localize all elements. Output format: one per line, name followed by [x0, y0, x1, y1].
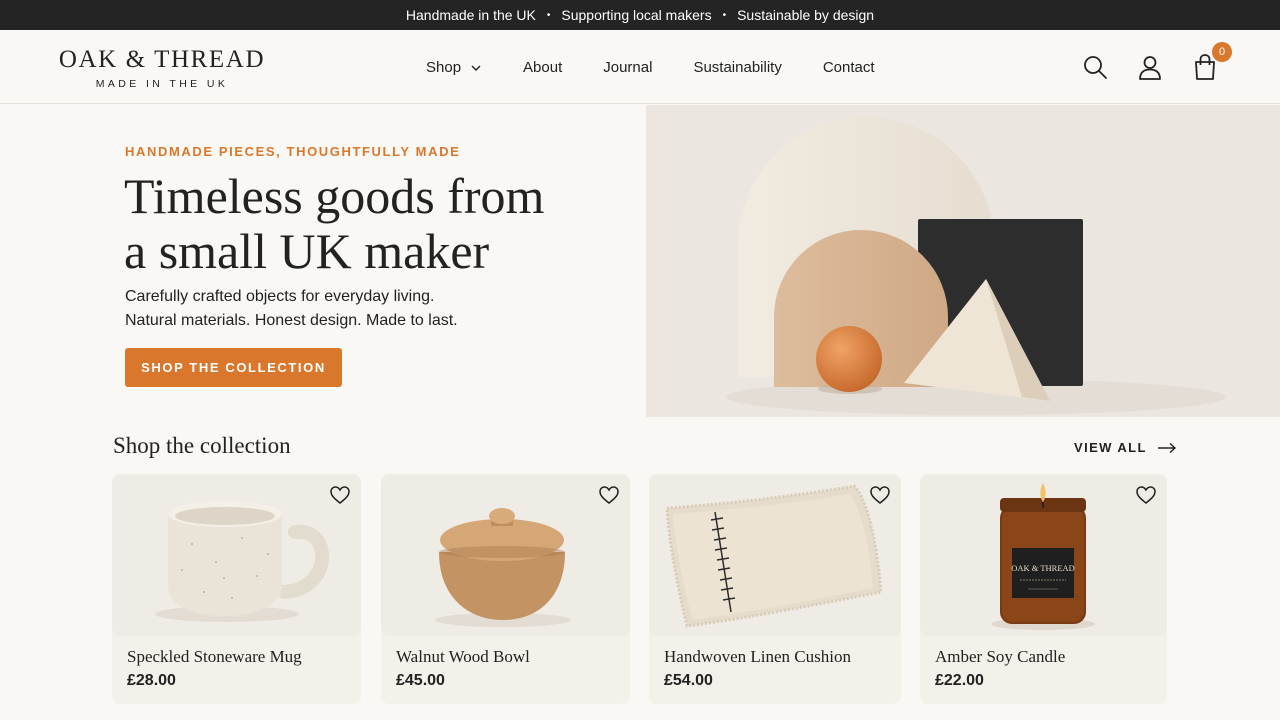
product-name: Speckled Stoneware Mug — [127, 647, 302, 666]
wishlist-button[interactable] — [869, 484, 891, 506]
announcement-separator: • — [722, 9, 727, 21]
nav-item-sustainability[interactable]: Sustainability — [693, 59, 781, 76]
product-image — [112, 474, 361, 636]
product-card[interactable]: Walnut Wood Bowl £45.00 — [381, 474, 630, 704]
arrow-right-icon — [1157, 442, 1176, 453]
product-price: £45.00 — [396, 672, 445, 689]
product-image — [381, 474, 630, 636]
announcement-item: Handmade in the UK — [405, 7, 536, 23]
product-card[interactable]: Speckled Stoneware Mug £28.00 — [112, 474, 361, 704]
hero-title-line: Timeless goods from — [124, 168, 545, 224]
heart-icon — [1136, 486, 1156, 504]
product-name: Walnut Wood Bowl — [396, 647, 530, 666]
heart-icon — [599, 486, 619, 504]
product-image — [649, 474, 901, 636]
brand-tagline: MADE IN THE UK — [95, 78, 229, 90]
nav-item-label: Shop — [426, 58, 462, 76]
hero-title-line: a small UK maker — [124, 223, 490, 279]
nav-item-about[interactable]: About — [523, 59, 562, 76]
hero-content: HANDMADE PIECES, THOUGHTFULLY MADE Timel… — [0, 105, 646, 417]
nav-item-journal[interactable]: Journal — [603, 59, 652, 76]
product-card[interactable]: Handwoven Linen Cushion £54.00 — [649, 474, 901, 704]
search-button[interactable] — [1080, 52, 1110, 82]
collection-title: Shop the collection — [113, 433, 291, 458]
hero-eyebrow: HANDMADE PIECES, THOUGHTFULLY MADE — [125, 144, 461, 159]
wishlist-button[interactable] — [598, 484, 620, 506]
site-header: OAK & THREAD MADE IN THE UK Shop About J… — [0, 30, 1280, 104]
shop-collection-button[interactable]: SHOP THE COLLECTION — [125, 348, 342, 387]
account-button[interactable] — [1135, 52, 1165, 82]
hero-copy-line: Carefully crafted objects for everyday l… — [125, 288, 435, 305]
announcement-item: Sustainable by design — [737, 7, 875, 23]
chevron-down-icon — [470, 61, 482, 73]
product-price: £54.00 — [664, 672, 713, 689]
product-card[interactable]: OAK & THREAD Amber Soy Candle £22.00 — [920, 474, 1167, 704]
cart-count-badge: 0 — [1212, 42, 1232, 62]
hero-image — [646, 105, 1280, 417]
product-image: OAK & THREAD — [920, 474, 1167, 636]
search-icon — [1084, 56, 1107, 79]
brand-name: OAK & THREAD — [58, 46, 266, 73]
heart-icon — [330, 486, 350, 504]
hero-section: HANDMADE PIECES, THOUGHTFULLY MADE Timel… — [0, 105, 1280, 417]
cart-button[interactable]: 0 — [1190, 42, 1232, 82]
product-price: £28.00 — [127, 672, 176, 689]
announcement-separator: • — [546, 9, 551, 21]
nav-item-shop[interactable]: Shop — [426, 59, 482, 76]
main-nav: Shop About Journal Sustainability Contac… — [426, 30, 875, 104]
hero-description: Carefully crafted objects for everyday l… — [125, 285, 458, 333]
product-price: £22.00 — [935, 672, 984, 689]
nav-item-contact[interactable]: Contact — [823, 59, 875, 76]
product-name: Handwoven Linen Cushion — [664, 647, 851, 666]
product-name: Amber Soy Candle — [935, 647, 1066, 666]
header-actions: 0 — [1080, 30, 1232, 104]
hero-title: Timeless goods from a small UK maker — [124, 169, 624, 279]
hero-copy-line: Natural materials. Honest design. Made t… — [125, 312, 458, 329]
wishlist-button[interactable] — [1135, 484, 1157, 506]
candle-label: OAK & THREAD — [1011, 563, 1075, 573]
view-all-link[interactable]: VIEW ALL — [1074, 440, 1177, 455]
announcement-bar: Handmade in the UK • Supporting local ma… — [0, 0, 1280, 30]
wishlist-button[interactable] — [329, 484, 351, 506]
heart-icon — [870, 486, 890, 504]
view-all-label: VIEW ALL — [1074, 440, 1147, 455]
announcement-item: Supporting local makers — [561, 7, 712, 23]
user-icon — [1139, 56, 1161, 80]
brand-logo[interactable]: OAK & THREAD MADE IN THE UK — [53, 46, 271, 90]
